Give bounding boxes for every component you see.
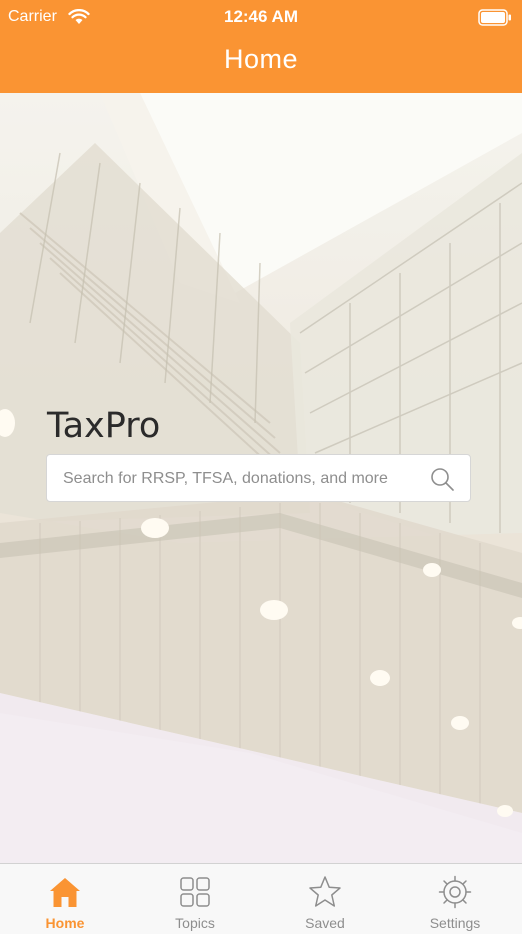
status-bar: Carrier 12:46 AM <box>0 0 522 34</box>
tab-saved[interactable]: Saved <box>260 864 390 934</box>
tab-topics[interactable]: Topics <box>130 864 260 934</box>
hero-background: TaxPro <box>0 93 522 863</box>
page-title: Home <box>223 44 299 74</box>
tab-settings-label: Settings <box>429 915 481 931</box>
search-icon[interactable] <box>430 467 454 491</box>
tab-settings[interactable]: Settings <box>390 864 520 934</box>
status-time: 12:46 AM <box>223 7 298 26</box>
tab-saved-label: Saved <box>305 915 345 931</box>
top-bar: Carrier 12:46 AM Home <box>0 0 522 93</box>
topics-grid-icon <box>180 877 210 907</box>
battery-icon <box>478 9 511 26</box>
tab-home[interactable]: Home <box>0 864 130 934</box>
star-icon <box>309 876 341 907</box>
search-input[interactable] <box>61 455 425 503</box>
search-bar[interactable] <box>46 454 471 503</box>
gear-icon <box>438 875 472 909</box>
app-title: TaxPro <box>47 406 161 446</box>
tab-bar: Home Topics Saved Settings <box>0 863 522 934</box>
home-icon <box>50 878 80 907</box>
tab-home-label: Home <box>45 915 85 931</box>
tab-topics-label: Topics <box>175 915 215 931</box>
